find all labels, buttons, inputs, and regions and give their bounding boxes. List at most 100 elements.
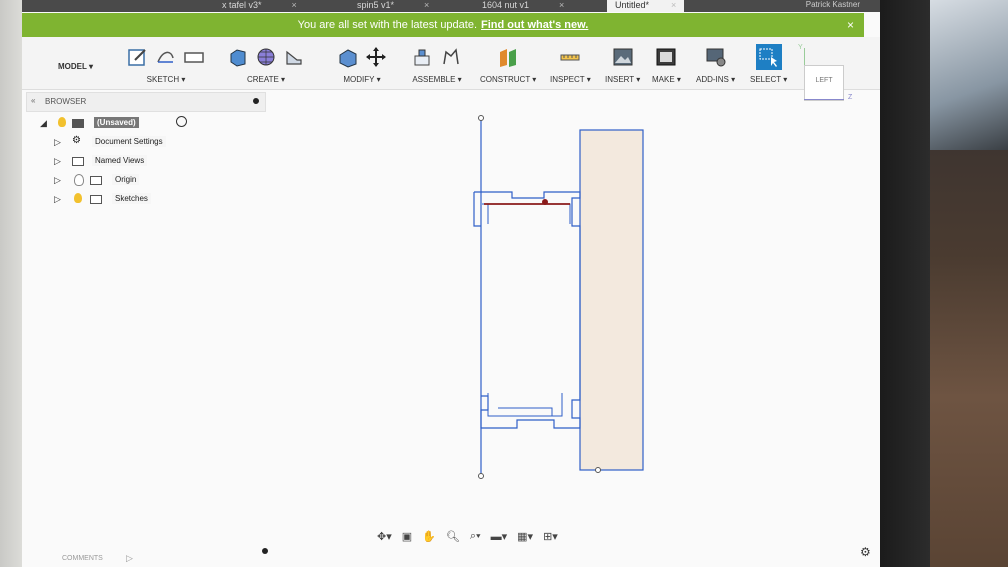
3d-print-icon[interactable]	[655, 46, 677, 68]
user-name[interactable]: Patrick Kastner	[806, 0, 860, 10]
banner-message: You are all set with the latest update.	[297, 19, 478, 31]
collapse-icon[interactable]: «	[31, 96, 35, 105]
extrude-icon[interactable]	[227, 46, 249, 68]
assemble-group[interactable]: ASSEMBLE ▾	[412, 43, 462, 84]
y-axis-label: Y	[798, 44, 803, 51]
joint-icon[interactable]	[440, 46, 462, 68]
tree-item-root[interactable]: ◢ (Unsaved)	[36, 114, 266, 133]
pan-icon[interactable]: ✋	[422, 530, 436, 543]
addins-menu[interactable]: ADD-INS ▾	[696, 75, 735, 84]
zoom-icon[interactable]: 🔍︎	[446, 530, 460, 543]
assemble-menu[interactable]: ASSEMBLE ▾	[412, 75, 462, 84]
design-canvas[interactable]	[262, 100, 880, 540]
tab-spin5[interactable]: spin5 v1* ×	[357, 0, 429, 12]
move-icon[interactable]	[365, 46, 387, 68]
offset-plane-icon[interactable]	[497, 46, 519, 68]
tab-1604-nut[interactable]: 1604 nut v1 ×	[482, 0, 564, 12]
modify-group[interactable]: MODIFY ▾	[337, 43, 387, 84]
tab-x-tafel[interactable]: x tafel v3* ×	[222, 0, 297, 12]
close-icon[interactable]: ×	[424, 0, 429, 10]
close-icon[interactable]: ×	[559, 0, 564, 10]
expand-arrow-icon[interactable]: ▷	[54, 137, 61, 148]
visibility-bulb-icon[interactable]	[58, 117, 66, 127]
insert-menu[interactable]: INSERT ▾	[605, 75, 640, 84]
look-at-icon[interactable]: ▣	[402, 530, 412, 543]
form-icon[interactable]	[255, 46, 277, 68]
sketch-menu[interactable]: SKETCH ▾	[127, 75, 205, 84]
measure-icon[interactable]	[559, 46, 581, 68]
select-group[interactable]: SELECT ▾	[750, 43, 787, 84]
expand-arrow-icon[interactable]: ▷	[54, 156, 61, 167]
new-component-icon[interactable]	[412, 46, 434, 68]
modify-menu[interactable]: MODIFY ▾	[337, 75, 387, 84]
addins-group[interactable]: ADD-INS ▾	[696, 43, 735, 84]
sketch-group[interactable]: SKETCH ▾	[127, 43, 205, 84]
viewcube[interactable]: LEFT	[804, 65, 844, 101]
tree-item-named-views[interactable]: ▷ Named Views	[36, 152, 266, 171]
tree-item-label: Named Views	[92, 155, 148, 166]
tab-bar: x tafel v3* × spin5 v1* × 1604 nut v1 × Unt…	[22, 0, 880, 12]
create-menu[interactable]: CREATE ▾	[227, 75, 305, 84]
browser-title: BROWSER	[45, 97, 87, 106]
line-icon[interactable]	[155, 46, 177, 68]
pin-icon[interactable]	[253, 98, 259, 104]
display-settings-icon[interactable]: ▬▾	[491, 530, 508, 543]
insert-group[interactable]: INSERT ▾	[605, 43, 640, 84]
fit-icon[interactable]: ⌕▾	[470, 530, 481, 543]
visibility-bulb-icon[interactable]	[74, 193, 82, 203]
line-endpoint-bottom[interactable]	[478, 473, 484, 479]
scripts-addins-icon[interactable]	[705, 46, 727, 68]
folder-icon	[90, 195, 102, 204]
expand-arrow-icon[interactable]: ▷	[54, 175, 61, 186]
comments-panel[interactable]: COMMENTS	[62, 555, 103, 562]
activate-radio-icon[interactable]	[176, 116, 187, 127]
line-endpoint-top[interactable]	[478, 115, 484, 121]
inspect-menu[interactable]: INSPECT ▾	[550, 75, 591, 84]
inner-outline[interactable]	[482, 203, 571, 417]
create-group[interactable]: CREATE ▾	[227, 43, 305, 84]
visibility-bulb-icon[interactable]	[74, 174, 84, 186]
tab-label: x tafel v3*	[222, 0, 262, 10]
cloth	[928, 0, 1008, 150]
construct-group[interactable]: CONSTRUCT ▾	[480, 43, 536, 84]
expand-comments-icon[interactable]: ▷	[126, 553, 133, 564]
construct-menu[interactable]: CONSTRUCT ▾	[480, 75, 536, 84]
gear-icon: ⚙	[72, 135, 81, 146]
tree-item-origin[interactable]: ▷ Origin	[36, 171, 266, 190]
tab-label: 1604 nut v1	[482, 0, 530, 10]
body-rectangle[interactable]	[579, 129, 644, 471]
select-icon[interactable]	[755, 44, 782, 70]
grid-settings-icon[interactable]: ▦▾	[517, 530, 533, 543]
banner-close-icon[interactable]: ×	[847, 13, 854, 37]
comments-pin-icon[interactable]	[262, 548, 268, 554]
viewports-icon[interactable]: ⊞▾	[543, 530, 558, 543]
close-icon[interactable]: ×	[292, 0, 297, 10]
rect-corner-point[interactable]	[595, 467, 601, 473]
close-icon[interactable]: ×	[671, 0, 676, 10]
press-pull-icon[interactable]	[337, 46, 359, 68]
expand-arrow-icon[interactable]: ◢	[40, 118, 47, 129]
tree-item-sketches[interactable]: ▷ Sketches	[36, 190, 266, 209]
settings-gear-icon[interactable]: ⚙	[860, 545, 871, 559]
profile-outline[interactable]	[473, 191, 581, 429]
navigation-bar: ✥▾ ▣ ✋ 🔍︎ ⌕▾ ▬▾ ▦▾ ⊞▾	[377, 530, 558, 543]
orbit-icon[interactable]: ✥▾	[377, 530, 392, 543]
sketch-point[interactable]	[542, 199, 548, 205]
inspect-group[interactable]: INSPECT ▾	[550, 43, 591, 84]
workspace-switcher[interactable]: MODEL ▾	[58, 62, 93, 71]
create-sketch-icon[interactable]	[127, 46, 149, 68]
make-group[interactable]: MAKE ▾	[652, 43, 681, 84]
tab-untitled[interactable]: Untitled* ×	[607, 0, 685, 12]
whats-new-link[interactable]: Find out what's new.	[481, 19, 588, 31]
make-menu[interactable]: MAKE ▾	[652, 75, 681, 84]
browser-header[interactable]: « BROWSER	[26, 92, 266, 112]
monitor-bezel	[880, 0, 930, 567]
tree-item-document-settings[interactable]: ▷ ⚙ Document Settings	[36, 133, 266, 152]
select-menu[interactable]: SELECT ▾	[750, 75, 787, 84]
insert-image-icon[interactable]	[612, 46, 634, 68]
expand-arrow-icon[interactable]: ▷	[54, 194, 61, 205]
sweep-icon[interactable]	[283, 46, 305, 68]
folder-icon	[72, 157, 84, 166]
y-axis-indicator	[804, 48, 805, 66]
rectangle-icon[interactable]	[183, 46, 205, 68]
